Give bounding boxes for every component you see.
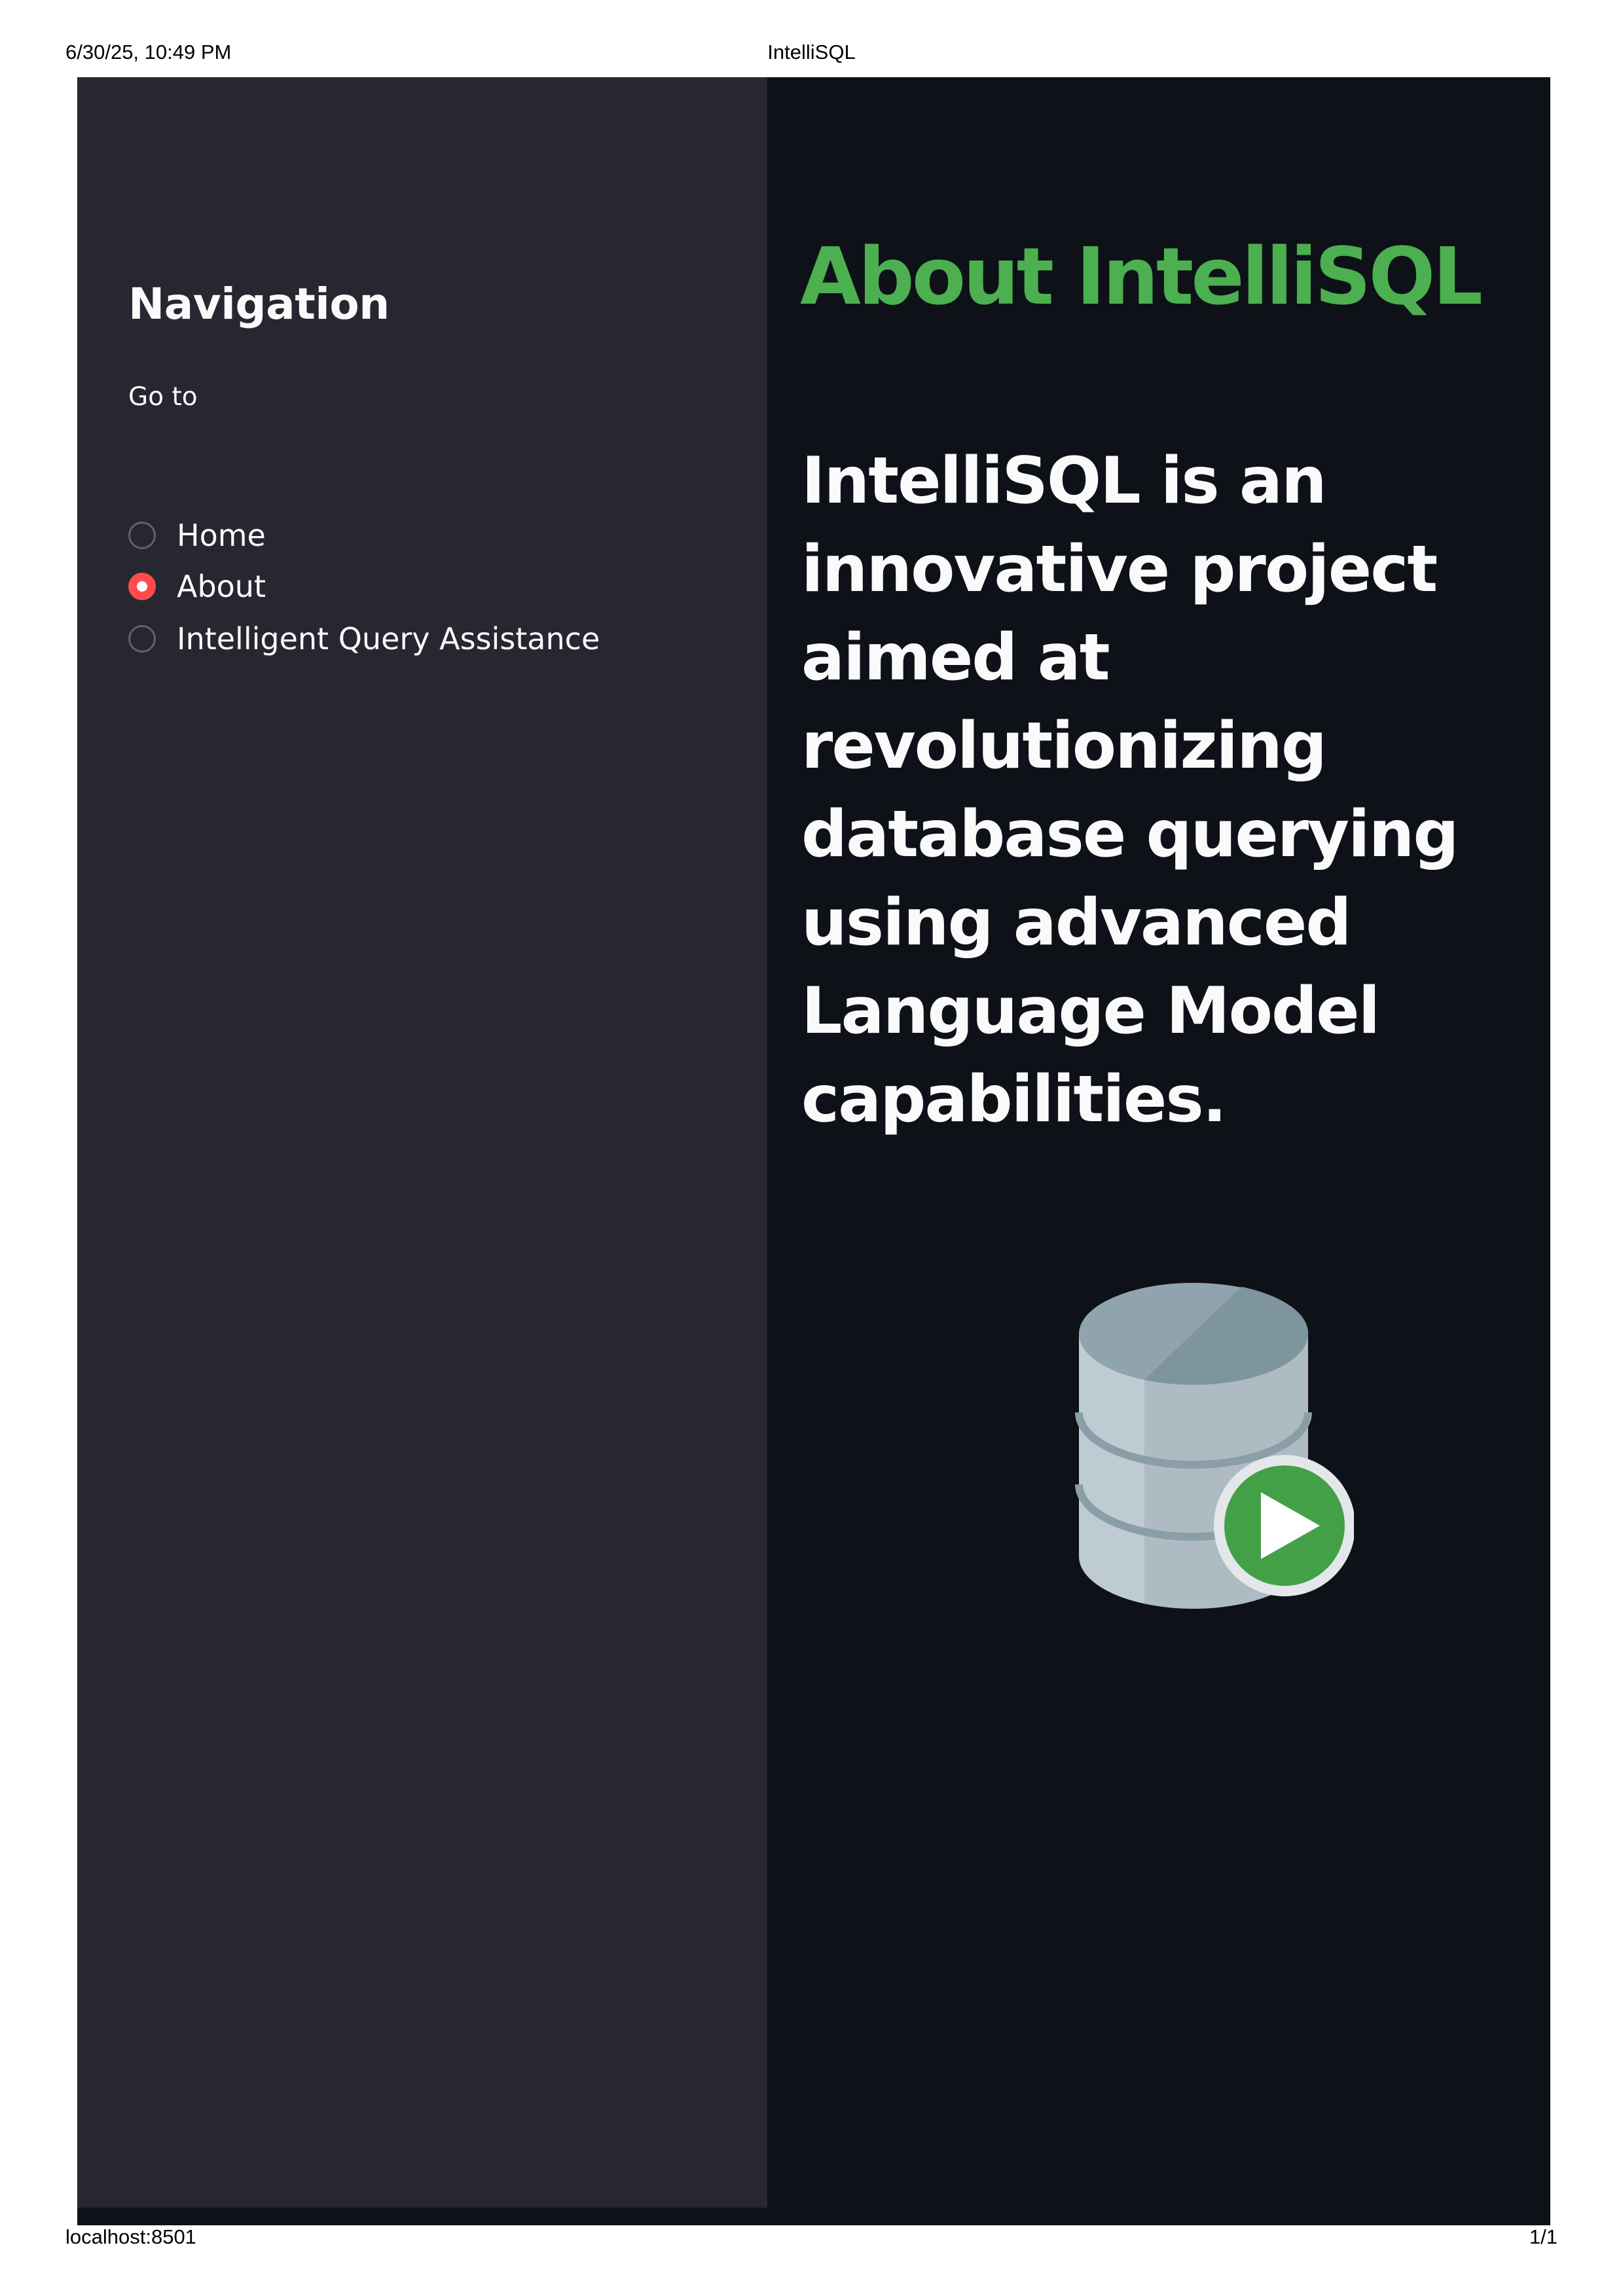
radio-option-label: Home <box>177 518 266 553</box>
sidebar: Navigation Go to Home About Intelligent … <box>77 77 767 2208</box>
print-header: 6/30/25, 10:49 PM IntelliSQL <box>0 41 1623 69</box>
app-window: Navigation Go to Home About Intelligent … <box>77 77 1550 2225</box>
radio-option-label: Intelligent Query Assistance <box>177 621 600 656</box>
database-play-icon <box>1075 1283 1354 1609</box>
radio-group-label: Go to <box>128 382 198 412</box>
page-description: IntelliSQL is an innovative project aime… <box>801 444 1459 1137</box>
radio-option-label: About <box>177 569 266 604</box>
print-footer: localhost:8501 1/1 <box>0 2225 1623 2254</box>
sidebar-title: Navigation <box>128 279 390 329</box>
radio-option-intelligent-query-assistance[interactable]: Intelligent Query Assistance <box>128 620 600 657</box>
radio-option-home[interactable]: Home <box>128 517 266 554</box>
page-title: About IntelliSQL <box>800 232 1483 323</box>
print-page-number: 1/1 <box>1529 2225 1558 2248</box>
radio-button-checked-icon[interactable] <box>128 573 156 600</box>
print-url: localhost:8501 <box>65 2225 196 2248</box>
radio-button-unchecked-icon[interactable] <box>128 522 156 549</box>
radio-option-about[interactable]: About <box>128 568 266 605</box>
radio-button-unchecked-icon[interactable] <box>128 625 156 653</box>
print-page-title: IntelliSQL <box>767 41 856 63</box>
main-content: About IntelliSQL IntelliSQL is an innova… <box>767 77 1550 2225</box>
